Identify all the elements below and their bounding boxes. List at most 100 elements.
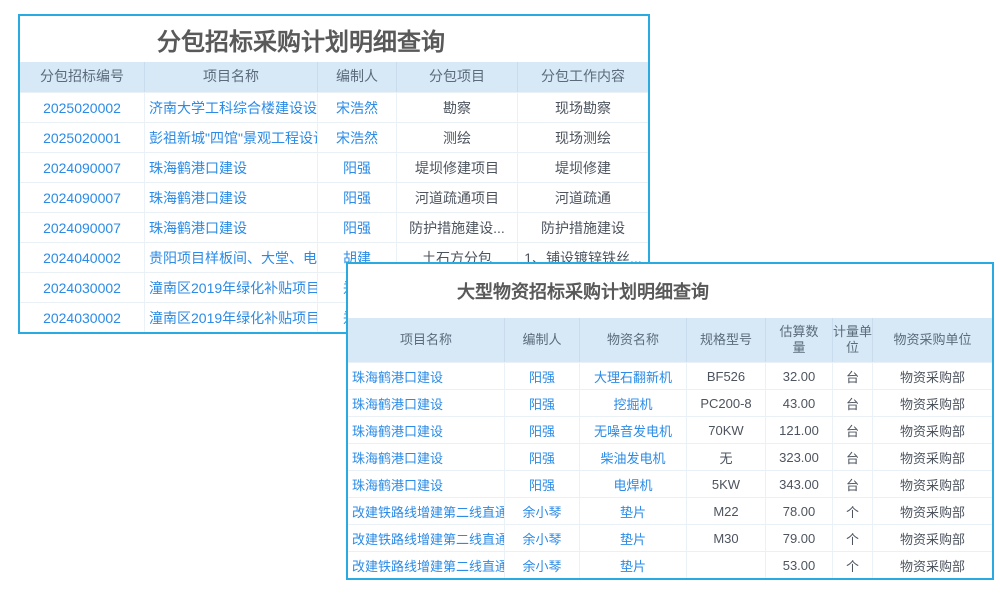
cell-spec-model: M30	[687, 525, 766, 551]
cell-spec-model: PC200-8	[687, 390, 766, 416]
table-row: 2024090007 珠海鹤港口建设 阳强 堤坝修建项目 堤坝修建	[20, 152, 648, 182]
cell-estimated-qty: 78.00	[766, 498, 833, 524]
cell-editor[interactable]: 阳强	[505, 444, 580, 470]
column-header-editor: 编制人	[505, 318, 580, 362]
table-row: 珠海鹤港口建设 阳强 无噪音发电机 70KW 121.00 台 物资采购部	[348, 416, 992, 443]
cell-spec-model: BF526	[687, 363, 766, 389]
cell-project-name[interactable]: 济南大学工科综合楼建设设计	[145, 93, 318, 122]
cell-purchase-dept: 物资采购部	[873, 417, 992, 443]
cell-bid-number[interactable]: 2024090007	[20, 183, 145, 212]
cell-subcontract-item: 防护措施建设...	[397, 213, 518, 242]
cell-spec-model: 5KW	[687, 471, 766, 497]
cell-editor[interactable]: 宋浩然	[318, 93, 397, 122]
cell-material-name[interactable]: 电焊机	[580, 471, 687, 497]
table-row: 改建铁路线增建第二线直通 余小琴 垫片 M22 78.00 个 物资采购部	[348, 497, 992, 524]
cell-unit: 个	[833, 498, 873, 524]
cell-spec-model: M22	[687, 498, 766, 524]
cell-purchase-dept: 物资采购部	[873, 444, 992, 470]
cell-project-name[interactable]: 珠海鹤港口建设	[145, 183, 318, 212]
cell-estimated-qty: 121.00	[766, 417, 833, 443]
table-row: 珠海鹤港口建设 阳强 挖掘机 PC200-8 43.00 台 物资采购部	[348, 389, 992, 416]
cell-bid-number[interactable]: 2024030002	[20, 303, 145, 332]
table-row: 2025020001 彭祖新城"四馆"景观工程设计 宋浩然 测绘 现场测绘	[20, 122, 648, 152]
cell-project-name[interactable]: 珠海鹤港口建设	[348, 390, 505, 416]
column-header-project-name: 项目名称	[348, 318, 505, 362]
cell-work-content: 堤坝修建	[518, 153, 648, 182]
cell-estimated-qty: 32.00	[766, 363, 833, 389]
cell-bid-number[interactable]: 2024090007	[20, 153, 145, 182]
cell-project-name[interactable]: 贵阳项目样板间、大堂、电梯	[145, 243, 318, 272]
cell-editor[interactable]: 宋浩然	[318, 123, 397, 152]
cell-unit: 个	[833, 552, 873, 578]
cell-subcontract-item: 堤坝修建项目	[397, 153, 518, 182]
cell-project-name[interactable]: 珠海鹤港口建设	[348, 444, 505, 470]
cell-project-name[interactable]: 改建铁路线增建第二线直通	[348, 552, 505, 578]
cell-material-name[interactable]: 垫片	[580, 525, 687, 551]
cell-material-name[interactable]: 大理石翻新机	[580, 363, 687, 389]
cell-estimated-qty: 343.00	[766, 471, 833, 497]
cell-estimated-qty: 323.00	[766, 444, 833, 470]
cell-material-name[interactable]: 垫片	[580, 552, 687, 578]
cell-work-content: 现场勘察	[518, 93, 648, 122]
cell-bid-number[interactable]: 2025020001	[20, 123, 145, 152]
cell-bid-number[interactable]: 2024030002	[20, 273, 145, 302]
column-header-unit: 计量单位	[833, 318, 873, 362]
subcontract-table-header: 分包招标编号 项目名称 编制人 分包项目 分包工作内容	[20, 62, 648, 92]
table-row: 改建铁路线增建第二线直通 余小琴 垫片 53.00 个 物资采购部	[348, 551, 992, 578]
column-header-bid-number: 分包招标编号	[20, 62, 145, 92]
cell-unit: 台	[833, 471, 873, 497]
material-table-header: 项目名称 编制人 物资名称 规格型号 估算数量 计量单位 物资采购单位	[348, 318, 992, 362]
cell-project-name[interactable]: 改建铁路线增建第二线直通	[348, 498, 505, 524]
cell-unit: 个	[833, 525, 873, 551]
column-header-spec-model: 规格型号	[687, 318, 766, 362]
cell-project-name[interactable]: 潼南区2019年绿化补贴项目	[145, 273, 318, 302]
column-header-material-name: 物资名称	[580, 318, 687, 362]
cell-bid-number[interactable]: 2025020002	[20, 93, 145, 122]
cell-purchase-dept: 物资采购部	[873, 471, 992, 497]
cell-project-name[interactable]: 潼南区2019年绿化补贴项目	[145, 303, 318, 332]
subcontract-panel-title: 分包招标采购计划明细查询	[20, 16, 648, 62]
cell-project-name[interactable]: 珠海鹤港口建设	[348, 363, 505, 389]
cell-editor[interactable]: 阳强	[318, 153, 397, 182]
cell-editor[interactable]: 阳强	[318, 213, 397, 242]
cell-material-name[interactable]: 柴油发电机	[580, 444, 687, 470]
cell-bid-number[interactable]: 2024090007	[20, 213, 145, 242]
cell-spec-model: 无	[687, 444, 766, 470]
cell-bid-number[interactable]: 2024040002	[20, 243, 145, 272]
cell-unit: 台	[833, 444, 873, 470]
cell-material-name[interactable]: 垫片	[580, 498, 687, 524]
cell-purchase-dept: 物资采购部	[873, 525, 992, 551]
cell-editor[interactable]: 阳强	[505, 363, 580, 389]
table-row: 珠海鹤港口建设 阳强 柴油发电机 无 323.00 台 物资采购部	[348, 443, 992, 470]
cell-material-name[interactable]: 挖掘机	[580, 390, 687, 416]
cell-project-name[interactable]: 珠海鹤港口建设	[145, 153, 318, 182]
cell-project-name[interactable]: 珠海鹤港口建设	[348, 417, 505, 443]
table-row: 2024090007 珠海鹤港口建设 阳强 河道疏通项目 河道疏通	[20, 182, 648, 212]
table-row: 珠海鹤港口建设 阳强 电焊机 5KW 343.00 台 物资采购部	[348, 470, 992, 497]
cell-editor[interactable]: 阳强	[505, 390, 580, 416]
material-plan-panel: 大型物资招标采购计划明细查询 项目名称 编制人 物资名称 规格型号 估算数量 计…	[346, 262, 994, 580]
cell-editor[interactable]: 余小琴	[505, 525, 580, 551]
cell-subcontract-item: 勘察	[397, 93, 518, 122]
cell-spec-model: 70KW	[687, 417, 766, 443]
material-panel-title: 大型物资招标采购计划明细查询	[348, 264, 992, 318]
cell-project-name[interactable]: 彭祖新城"四馆"景观工程设计	[145, 123, 318, 152]
cell-work-content: 防护措施建设	[518, 213, 648, 242]
cell-editor[interactable]: 余小琴	[505, 498, 580, 524]
cell-spec-model	[687, 552, 766, 578]
cell-purchase-dept: 物资采购部	[873, 363, 992, 389]
column-header-purchase-dept: 物资采购单位	[873, 318, 992, 362]
cell-unit: 台	[833, 390, 873, 416]
table-row: 2024090007 珠海鹤港口建设 阳强 防护措施建设... 防护措施建设	[20, 212, 648, 242]
cell-material-name[interactable]: 无噪音发电机	[580, 417, 687, 443]
table-row: 珠海鹤港口建设 阳强 大理石翻新机 BF526 32.00 台 物资采购部	[348, 362, 992, 389]
cell-editor[interactable]: 阳强	[505, 417, 580, 443]
cell-project-name[interactable]: 珠海鹤港口建设	[145, 213, 318, 242]
cell-project-name[interactable]: 珠海鹤港口建设	[348, 471, 505, 497]
cell-work-content: 现场测绘	[518, 123, 648, 152]
cell-editor[interactable]: 余小琴	[505, 552, 580, 578]
cell-editor[interactable]: 阳强	[505, 471, 580, 497]
cell-editor[interactable]: 阳强	[318, 183, 397, 212]
cell-project-name[interactable]: 改建铁路线增建第二线直通	[348, 525, 505, 551]
cell-estimated-qty: 43.00	[766, 390, 833, 416]
